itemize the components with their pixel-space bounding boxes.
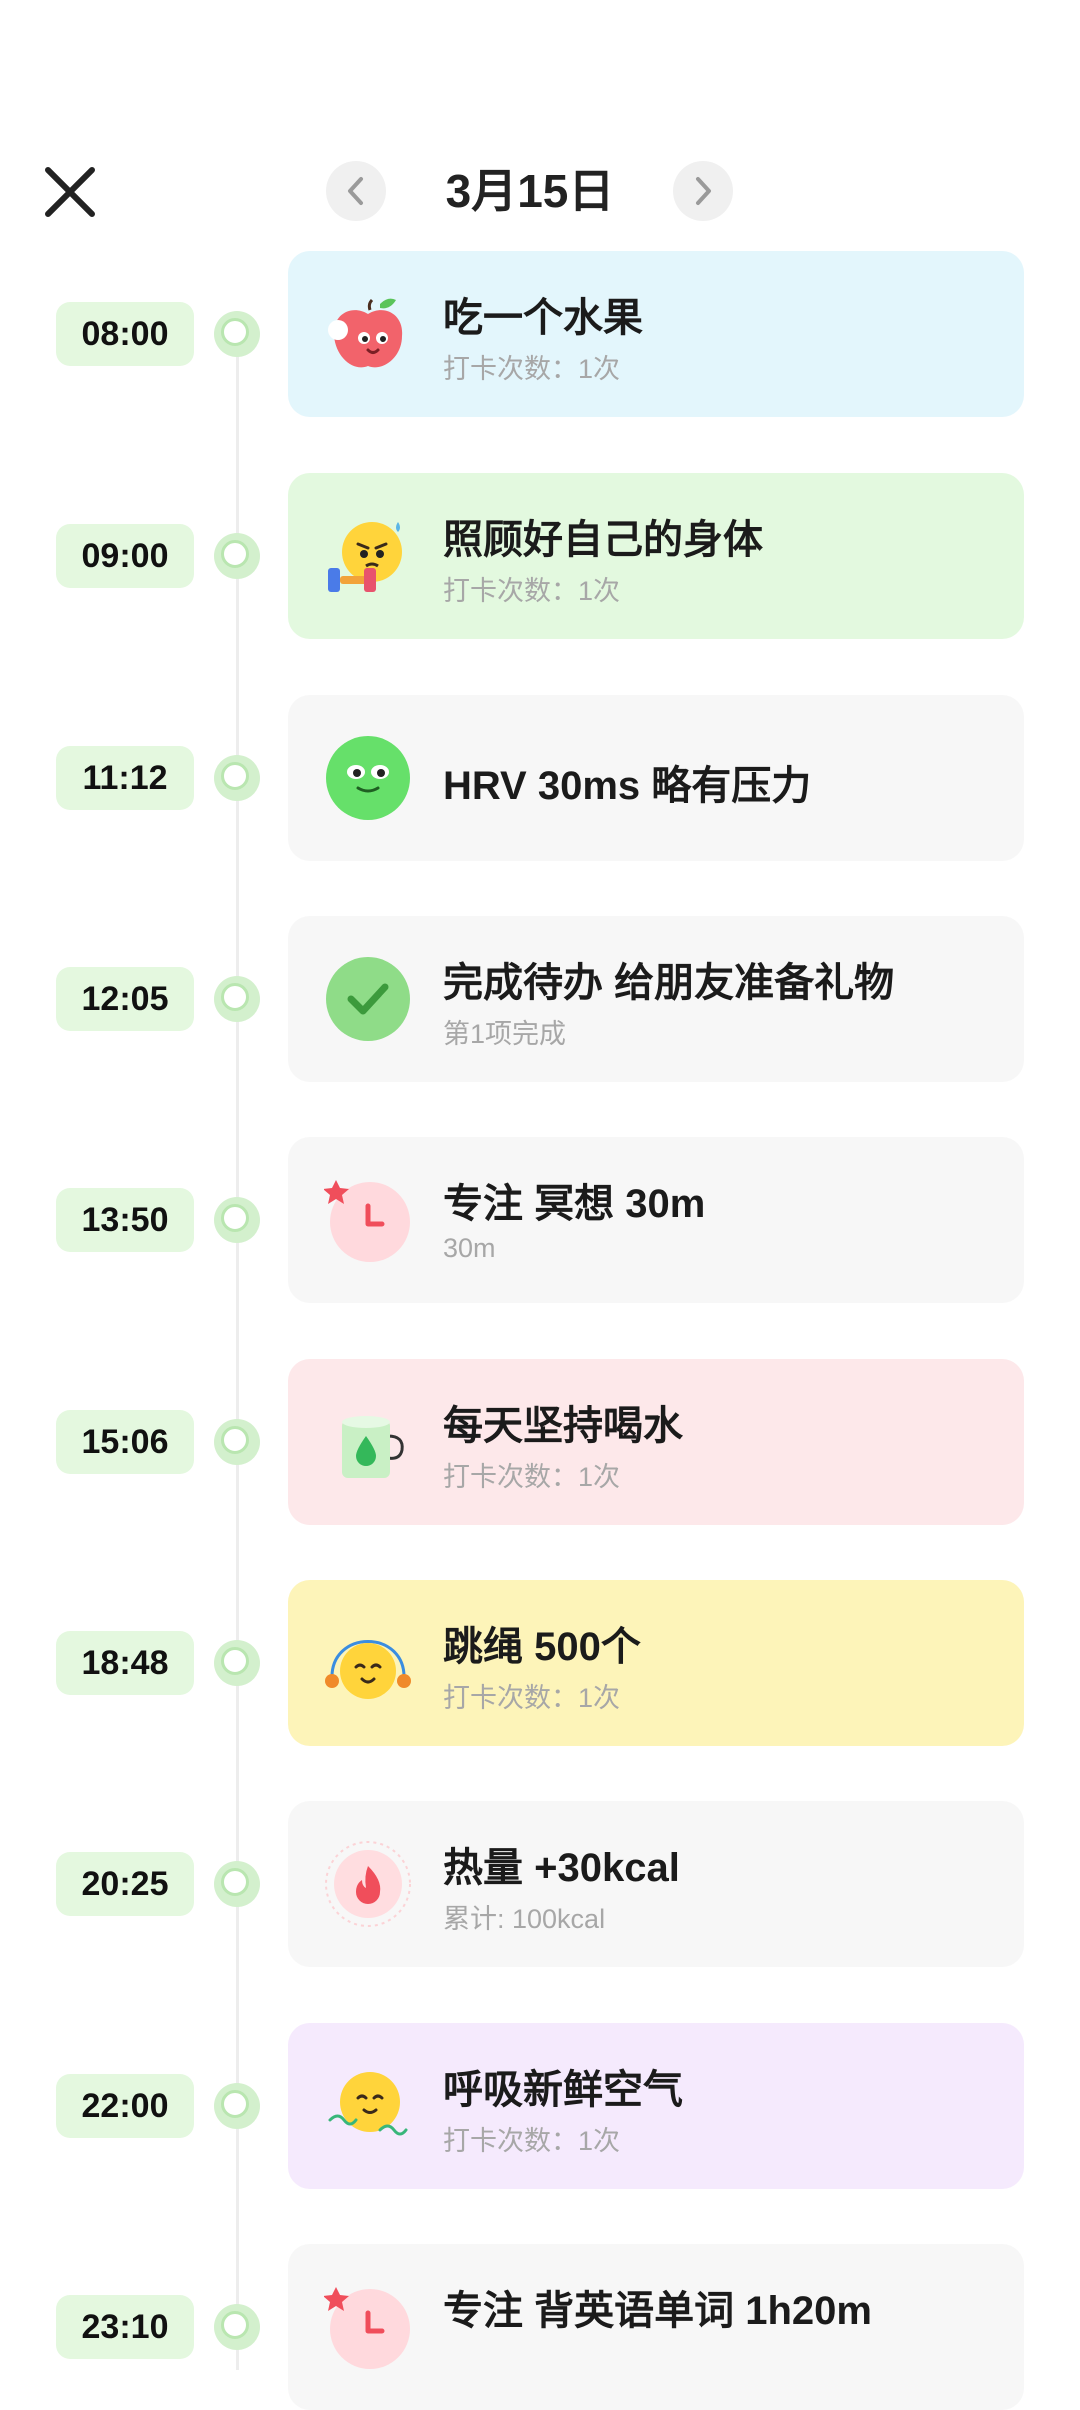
entry-subtitle: 打卡次数：1次 — [443, 2126, 621, 2156]
chevron-left-icon — [348, 177, 363, 205]
entry-subtitle: 30m — [443, 1233, 496, 1263]
timeline-dot — [214, 1861, 260, 1907]
timeline-entry: 08:00 吃一个水果 打卡次数：1次 — [0, 251, 1080, 417]
chevron-right-icon — [696, 177, 711, 205]
entry-subtitle: 第1项完成 — [443, 1019, 567, 1049]
prev-day-button[interactable] — [326, 161, 386, 221]
entry-card[interactable]: 跳绳 500个 打卡次数：1次 — [288, 1580, 1024, 1746]
entry-card[interactable]: 吃一个水果 打卡次数：1次 — [288, 251, 1024, 417]
timeline-dot — [214, 2304, 260, 2350]
entry-card[interactable]: 呼吸新鲜空气 打卡次数：1次 — [288, 2023, 1024, 2189]
timeline-dot — [214, 755, 260, 801]
apple-icon — [324, 290, 412, 378]
timeline-dot — [214, 2083, 260, 2129]
time-label: 13:50 — [56, 1188, 194, 1252]
entry-title: 热量 +30kcal — [443, 1846, 680, 1890]
timeline-dot — [214, 1640, 260, 1686]
time-label: 18:48 — [56, 1631, 194, 1695]
timeline-entry: 12:05 完成待办 给朋友准备礼物 第1项完成 — [0, 916, 1080, 1082]
green-face-icon — [324, 734, 412, 822]
timeline-entry: 20:25 热量 +30kcal 累计: 100kcal — [0, 1801, 1080, 1967]
timeline-dot — [214, 1197, 260, 1243]
entry-subtitle: 打卡次数：1次 — [443, 1462, 621, 1492]
timeline-dot — [214, 533, 260, 579]
time-label: 08:00 — [56, 302, 194, 366]
timeline-dot — [214, 311, 260, 357]
fresh-air-icon — [324, 2062, 412, 2150]
entry-title: 完成待办 给朋友准备礼物 — [443, 961, 895, 1005]
time-label: 09:00 — [56, 524, 194, 588]
entry-card[interactable]: 热量 +30kcal 累计: 100kcal — [288, 1801, 1024, 1967]
entry-title: 跳绳 500个 — [443, 1625, 641, 1669]
timeline-entry: 15:06 每天坚持喝水 打卡次数：1次 — [0, 1359, 1080, 1525]
entry-subtitle: 打卡次数：1次 — [443, 576, 621, 606]
next-day-button[interactable] — [673, 161, 733, 221]
time-label: 12:05 — [56, 967, 194, 1031]
flame-icon — [324, 1840, 412, 1928]
entry-subtitle: 打卡次数：1次 — [443, 1683, 621, 1713]
time-label: 22:00 — [56, 2074, 194, 2138]
timeline-entry: 13:50 专注 冥想 30m 30m — [0, 1137, 1080, 1303]
check-icon — [324, 955, 412, 1043]
time-label: 20:25 — [56, 1852, 194, 1916]
entry-subtitle: 打卡次数：1次 — [443, 354, 621, 384]
entry-card[interactable]: 专注 背英语单词 1h20m — [288, 2244, 1024, 2410]
clock-icon — [323, 1176, 412, 1264]
entry-card[interactable]: HRV 30ms 略有压力 — [288, 695, 1024, 861]
timeline-entry: 11:12 HRV 30ms 略有压力 — [0, 695, 1080, 861]
entry-title: 专注 冥想 30m — [443, 1182, 706, 1226]
timeline-entry: 22:00 呼吸新鲜空气 打卡次数：1次 — [0, 2023, 1080, 2189]
time-label: 23:10 — [56, 2295, 194, 2359]
entry-title: 每天坚持喝水 — [443, 1404, 683, 1448]
page-title: 3月15日 — [445, 165, 615, 217]
entry-card[interactable]: 照顾好自己的身体 打卡次数：1次 — [288, 473, 1024, 639]
entry-title: 照顾好自己的身体 — [443, 518, 763, 562]
entry-subtitle: 累计: 100kcal — [443, 1904, 606, 1934]
jump-rope-icon — [324, 1619, 412, 1707]
timeline-entry: 23:10 专注 背英语单词 1h20m — [0, 2244, 1080, 2410]
close-icon[interactable] — [42, 164, 98, 220]
entry-card[interactable]: 专注 冥想 30m 30m — [288, 1137, 1024, 1303]
timeline-entry: 18:48 跳绳 500个 打卡次数：1次 — [0, 1580, 1080, 1746]
time-label: 11:12 — [56, 746, 194, 810]
entry-title: 专注 背英语单词 1h20m — [443, 2289, 872, 2333]
timeline-entry: 09:00 照顾好自己的身体 打卡次数：1次 — [0, 473, 1080, 639]
entry-title: HRV 30ms 略有压力 — [443, 764, 812, 808]
header: 3月15日 — [0, 150, 1080, 230]
entry-card[interactable]: 完成待办 给朋友准备礼物 第1项完成 — [288, 916, 1024, 1082]
water-cup-icon — [324, 1398, 412, 1486]
entry-title: 吃一个水果 — [443, 296, 643, 340]
clock-icon — [323, 2283, 412, 2371]
entry-title: 呼吸新鲜空气 — [443, 2068, 683, 2112]
timeline-dot — [214, 1419, 260, 1465]
timeline-dot — [214, 976, 260, 1022]
dumbbell-face-icon — [324, 512, 412, 600]
time-label: 15:06 — [56, 1410, 194, 1474]
entry-card[interactable]: 每天坚持喝水 打卡次数：1次 — [288, 1359, 1024, 1525]
